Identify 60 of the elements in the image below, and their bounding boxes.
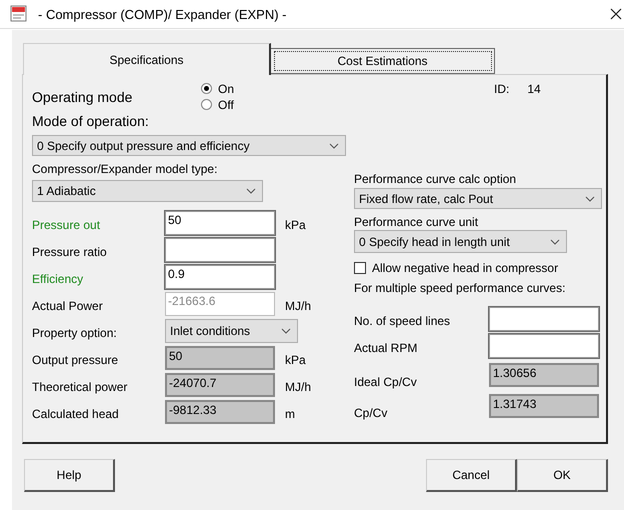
unit-label: kPa: [285, 216, 306, 232]
field-label: Pressure out: [32, 216, 102, 232]
chevron-down-icon: [550, 238, 560, 244]
input-field: 1.30656: [489, 363, 599, 387]
radio-label: Off: [218, 98, 234, 112]
input-field: -9812.33: [165, 400, 275, 424]
radio-button[interactable]: [201, 83, 212, 94]
field-label: Efficiency: [32, 270, 84, 286]
field-label: Compressor/Expander model type:: [32, 162, 218, 176]
input-field[interactable]: [165, 238, 275, 262]
field-label: Pressure ratio: [32, 244, 108, 258]
chevron-down-icon: [281, 328, 291, 334]
field-label: Actual RPM: [354, 340, 418, 355]
unit-label: MJ/h: [285, 298, 312, 312]
id-label: ID:: [494, 82, 510, 96]
unit-label: kPa: [285, 352, 306, 366]
section-note: For multiple speed performance curves:: [354, 281, 566, 295]
tab[interactable]: Specifications: [23, 43, 271, 75]
field-label: Actual Power: [32, 298, 104, 312]
help-button[interactable]: Help: [24, 459, 115, 492]
dialog-button[interactable]: Cancel: [426, 459, 517, 492]
input-field[interactable]: -21663.6: [165, 292, 275, 316]
checkbox[interactable]: [354, 262, 366, 274]
radio-button[interactable]: [201, 99, 212, 110]
input-field: -24070.7: [165, 372, 275, 396]
input-field: 1.31743: [489, 394, 599, 418]
mode-dropdown[interactable]: 0 Specify output pressure and efficiency: [32, 135, 346, 156]
field-label: Calculated head: [32, 406, 120, 420]
field-label: Ideal Cp/Cv: [354, 374, 418, 389]
input-field[interactable]: 50: [165, 210, 275, 234]
field-label: Performance curve calc option: [354, 172, 518, 186]
checkbox-label: Allow negative head in compressor: [372, 261, 558, 275]
model-dropdown[interactable]: 1 Adiabatic: [32, 180, 263, 202]
input-field[interactable]: [489, 307, 599, 331]
chevron-down-icon: [585, 196, 595, 202]
curve-unit-dropdown[interactable]: 0 Specify head in length unit: [354, 230, 567, 253]
field-label: Performance curve unit: [354, 215, 480, 229]
tab[interactable]: Cost Estimations: [271, 48, 495, 74]
input-field[interactable]: [489, 334, 599, 358]
field-label: Cp/Cv: [354, 405, 388, 420]
input-field[interactable]: 0.9: [165, 264, 275, 288]
chevron-down-icon: [329, 142, 339, 148]
field-label: No. of speed lines: [354, 313, 452, 328]
id-value: 14: [527, 82, 541, 96]
document-icon: [10, 5, 28, 23]
field-label: Output pressure: [32, 352, 120, 366]
field-label: Property option:: [32, 324, 118, 340]
calc-option-dropdown[interactable]: Fixed flow rate, calc Pout: [354, 188, 602, 209]
unit-label: MJ/h: [285, 378, 312, 394]
field-label: Mode of operation:: [32, 113, 150, 131]
property-dropdown[interactable]: Inlet conditions: [165, 318, 298, 342]
window-title: - Compressor (COMP)/ Expander (EXPN) -: [38, 6, 286, 22]
unit-label: m: [285, 406, 295, 420]
close-icon[interactable]: [610, 8, 622, 20]
field-label: Theoretical power: [32, 378, 128, 394]
field-label: Operating mode: [32, 89, 134, 105]
input-field: 50: [165, 346, 275, 370]
radio-label: On: [218, 82, 234, 96]
dialog-button[interactable]: OK: [517, 459, 608, 492]
chevron-down-icon: [246, 188, 256, 194]
